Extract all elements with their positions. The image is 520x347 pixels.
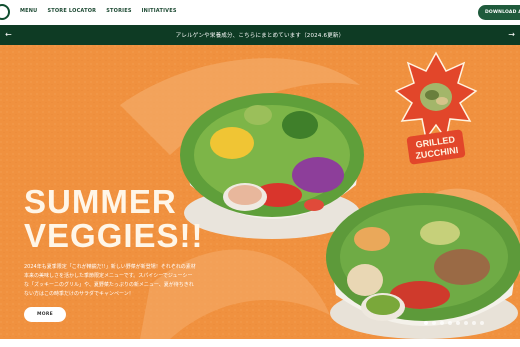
carousel-dot[interactable] [480,321,484,325]
top-nav: MENU STORE LOCATOR STORIES INITIATIVES D… [0,0,520,26]
hero-description: 2024年も夏季限定「これが精鋭だ!!」新しい野菜が新登場！それぞれの素材本来の… [24,264,196,297]
arrow-left-icon[interactable]: ← [5,30,12,39]
carousel-dot[interactable] [424,321,428,325]
carousel-dot[interactable] [440,321,444,325]
carousel-dot[interactable] [448,321,452,325]
carousel-dot[interactable] [432,321,436,325]
more-button[interactable]: MORE [24,307,66,322]
carousel-dots [424,321,484,325]
brand-logo[interactable] [0,4,10,20]
salad-bowl-1 [180,93,364,239]
nav-links: MENU STORE LOCATOR STORIES INITIATIVES [20,8,177,14]
nav-store-locator[interactable]: STORE LOCATOR [47,8,96,14]
carousel-dot[interactable] [456,321,460,325]
headline-line1: SUMMER [24,183,177,220]
salad-bowl-2 [326,193,520,339]
nav-menu[interactable]: MENU [20,8,37,14]
hero-banner: GRILLED ZUCCHINI SUMMER VEGGIES!! 2024年も… [0,45,520,339]
nav-initiatives[interactable]: INITIATIVES [142,8,177,14]
hero-headline: SUMMER VEGGIES!! [24,185,204,253]
page-bottom [0,339,520,347]
carousel-dot[interactable] [472,321,476,325]
arrow-right-icon[interactable]: → [508,30,515,39]
carousel-dot[interactable] [464,321,468,325]
headline-line2: VEGGIES!! [24,217,204,254]
grilled-zucchini-badge: GRILLED ZUCCHINI [394,51,478,165]
nav-stories[interactable]: STORIES [106,8,131,14]
announcement-text[interactable]: アレルゲンや栄養成分、こちらにまとめています（2024.6更新） [176,31,345,39]
download-app-button[interactable]: DOWNLOAD APP [478,5,520,20]
announcement-bar: ← アレルゲンや栄養成分、こちらにまとめています（2024.6更新） → [0,25,520,45]
